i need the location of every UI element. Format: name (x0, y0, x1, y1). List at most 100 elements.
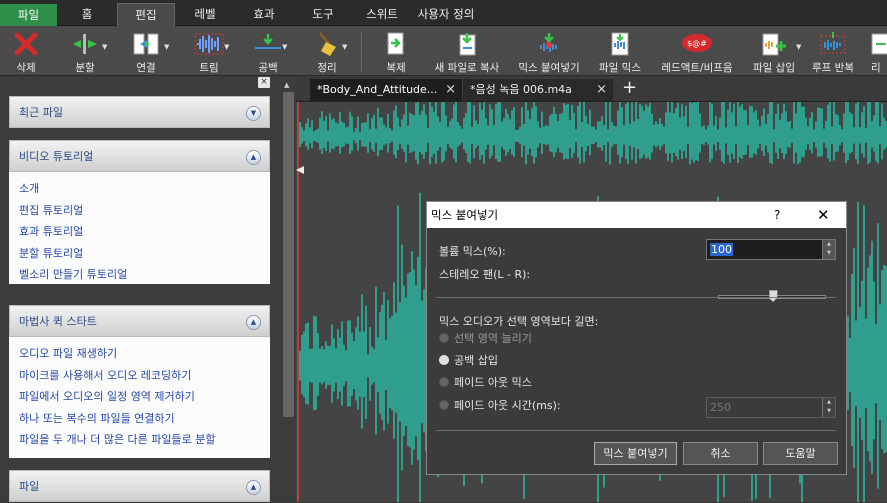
trim-button[interactable]: ▼ 트림 (186, 28, 232, 74)
silence-button[interactable]: ▼ 공백 (246, 28, 290, 74)
radio-stretch-selection[interactable] (439, 333, 449, 343)
loop-repeat-button[interactable]: 루프 반복 (806, 28, 860, 74)
toolbar-separator (361, 32, 362, 72)
menu-suite[interactable]: 스위트 (353, 3, 411, 26)
menu-edit[interactable]: 편집 (117, 3, 175, 26)
silence-icon (255, 34, 281, 49)
radio-fade-out-time[interactable] (439, 400, 449, 410)
menu-levels[interactable]: 레벨 (176, 3, 234, 26)
menu-effects[interactable]: 효과 (235, 3, 293, 26)
help-button[interactable]: 도움말 (763, 442, 838, 465)
sidebar-scrollbar[interactable]: ▲ (281, 76, 296, 502)
duplicate-icon (387, 32, 404, 55)
scrollbar-thumb[interactable] (283, 92, 294, 417)
duplicate-button[interactable]: 복제 (376, 28, 416, 74)
link-play-audio[interactable]: 오디오 파일 재생하기 (19, 343, 260, 365)
radio-fade-out-mix[interactable] (439, 377, 449, 387)
panel-header[interactable]: 비디오 튜토리얼 ▲ (9, 140, 270, 172)
redact-beep-button[interactable]: $@# 레드액트/비프음 (654, 28, 740, 74)
option-label: 공백 삽입 (454, 354, 498, 367)
link-split-tutorial[interactable]: 분할 튜토리얼 (19, 243, 260, 265)
close-tab-icon[interactable]: × (596, 79, 607, 100)
join-button[interactable]: ▼ 연결 (120, 28, 172, 74)
collapse-chevron-icon[interactable]: ▲ (246, 150, 261, 165)
link-split-file[interactable]: 파일을 두 개나 더 많은 다른 파일들로 분할 (19, 429, 260, 451)
expand-chevron-icon[interactable]: ▼ (246, 106, 261, 121)
link-edit-tutorial[interactable]: 편집 튜토리얼 (19, 200, 260, 222)
new-tab-button[interactable]: + (622, 77, 637, 99)
option-label: 선택 영역 늘리기 (454, 332, 532, 345)
insert-file-dropdown-icon[interactable]: ▼ (796, 43, 801, 51)
link-remove-region[interactable]: 파일에서 오디오의 일정 영역 제거하기 (19, 386, 260, 408)
panel-header[interactable]: 최근 파일 ▼ (9, 96, 270, 128)
stepper-down-icon[interactable]: ▼ (823, 407, 835, 416)
close-icon[interactable]: ✕ (817, 202, 830, 228)
stepper-up-icon[interactable]: ▲ (823, 398, 835, 407)
panel-body: 오디오 파일 재생하기 마이크를 사용해서 오디오 레코딩하기 파일에서 오디오… (9, 337, 270, 458)
volume-stepper[interactable]: ▲ ▼ (822, 240, 835, 259)
panel-header[interactable]: 마법사 퀵 스타트 ▲ (9, 305, 270, 337)
split-icon (73, 34, 97, 54)
trim-icon (194, 33, 224, 55)
copy-to-new-file-button[interactable]: 새 파일로 복사 (426, 28, 508, 74)
menu-tools[interactable]: 도구 (294, 3, 352, 26)
fade-out-time-input[interactable]: 250 ▲ ▼ (706, 397, 836, 418)
toolbar: 삭제 ▼ 분할 ▼ 연결 ▼ 트림 ▼ 공백 ▼ 정리 복제 새 파일로 복사 … (0, 26, 887, 76)
menu-customize[interactable]: 사용자 정의 (412, 3, 480, 26)
fade-stepper[interactable]: ▲ ▼ (822, 398, 835, 417)
panel-header[interactable]: 파일 ▲ (9, 470, 270, 502)
panel-wizard-quickstart: 마법사 퀵 스타트 ▲ 오디오 파일 재생하기 마이크를 사용해서 오디오 레코… (9, 305, 270, 458)
tab-label: *음성 녹음 006.m4a (470, 83, 572, 96)
svg-text:$@#: $@# (687, 39, 707, 48)
longer-audio-label: 믹스 오디오가 선택 영역보다 길면: (439, 315, 599, 328)
panel-recent-files: 최근 파일 ▼ (9, 96, 270, 128)
help-icon[interactable]: ? (774, 202, 780, 228)
stepper-down-icon[interactable]: ▼ (823, 249, 835, 258)
mix-paste-ok-button[interactable]: 믹스 붙여넣기 (594, 442, 677, 465)
copy-to-new-icon (459, 33, 476, 56)
mix-file-button[interactable]: 파일 믹스 (594, 28, 646, 74)
slider-thumb[interactable] (768, 290, 778, 302)
mix-paste-dialog: 믹스 붙여넣기 ? ✕ 볼륨 믹스(%): 100 ▲ ▼ 스테레오 팬(L - … (426, 201, 847, 475)
volume-mix-input[interactable]: 100 ▲ ▼ (706, 239, 836, 260)
insert-file-button[interactable]: ▼ 파일 삽입 (746, 28, 802, 74)
menu-home[interactable]: 홈 (58, 3, 116, 26)
reverse-button[interactable]: 리 (868, 28, 887, 74)
beep-icon: $@# (682, 34, 712, 52)
link-intro[interactable]: 소개 (19, 178, 260, 200)
delete-button[interactable]: 삭제 (6, 28, 46, 74)
reverse-icon (871, 33, 887, 55)
menu-file[interactable]: 파일 (0, 4, 57, 26)
join-dropdown-icon[interactable]: ▼ (164, 43, 169, 51)
collapse-chevron-icon[interactable]: ▲ (246, 315, 261, 330)
tab-body-and-attitude[interactable]: *Body_And_Attitude... × (310, 79, 462, 101)
join-icon (133, 33, 159, 55)
cleanup-dropdown-icon[interactable]: ▼ (342, 43, 347, 51)
collapse-chevron-icon[interactable]: ▲ (246, 480, 261, 495)
close-tab-icon[interactable]: × (445, 79, 456, 100)
link-effects-tutorial[interactable]: 효과 튜토리얼 (19, 221, 260, 243)
panel-title: 최근 파일 (19, 106, 63, 119)
trim-dropdown-icon[interactable]: ▼ (224, 43, 229, 51)
dialog-titlebar[interactable]: 믹스 붙여넣기 (427, 202, 846, 228)
tab-bar: *Body_And_Attitude... × *음성 녹음 006.m4a × (296, 76, 887, 102)
divider (436, 430, 836, 431)
option-label: 페이드 아웃 시간(ms): (454, 399, 561, 412)
silence-dropdown-icon[interactable]: ▼ (282, 43, 287, 51)
scroll-up-arrow-icon[interactable]: ▲ (284, 81, 289, 89)
link-ringtone-tutorial[interactable]: 벨소리 만들기 튜토리얼 (19, 264, 260, 286)
menu-bar: 파일 홈 편집 레벨 효과 도구 스위트 사용자 정의 (0, 0, 887, 26)
split-dropdown-icon[interactable]: ▼ (102, 43, 107, 51)
tab-voice-recording[interactable]: *음성 녹음 006.m4a × (463, 79, 613, 101)
stepper-up-icon[interactable]: ▲ (823, 240, 835, 249)
sidebar-close-button[interactable]: × (258, 77, 270, 88)
cleanup-button[interactable]: ▼ 정리 (304, 28, 350, 74)
link-join-files[interactable]: 하나 또는 복수의 파일들 연결하기 (19, 408, 260, 430)
link-record-audio[interactable]: 마이크를 사용해서 오디오 레코딩하기 (19, 365, 260, 387)
mix-paste-button[interactable]: 믹스 붙여넣기 (512, 28, 586, 74)
panel-file: 파일 ▲ (9, 470, 270, 502)
divider (436, 297, 836, 298)
cancel-button[interactable]: 취소 (683, 442, 758, 465)
split-button[interactable]: ▼ 분할 (62, 28, 108, 74)
radio-insert-silence[interactable] (439, 355, 449, 365)
